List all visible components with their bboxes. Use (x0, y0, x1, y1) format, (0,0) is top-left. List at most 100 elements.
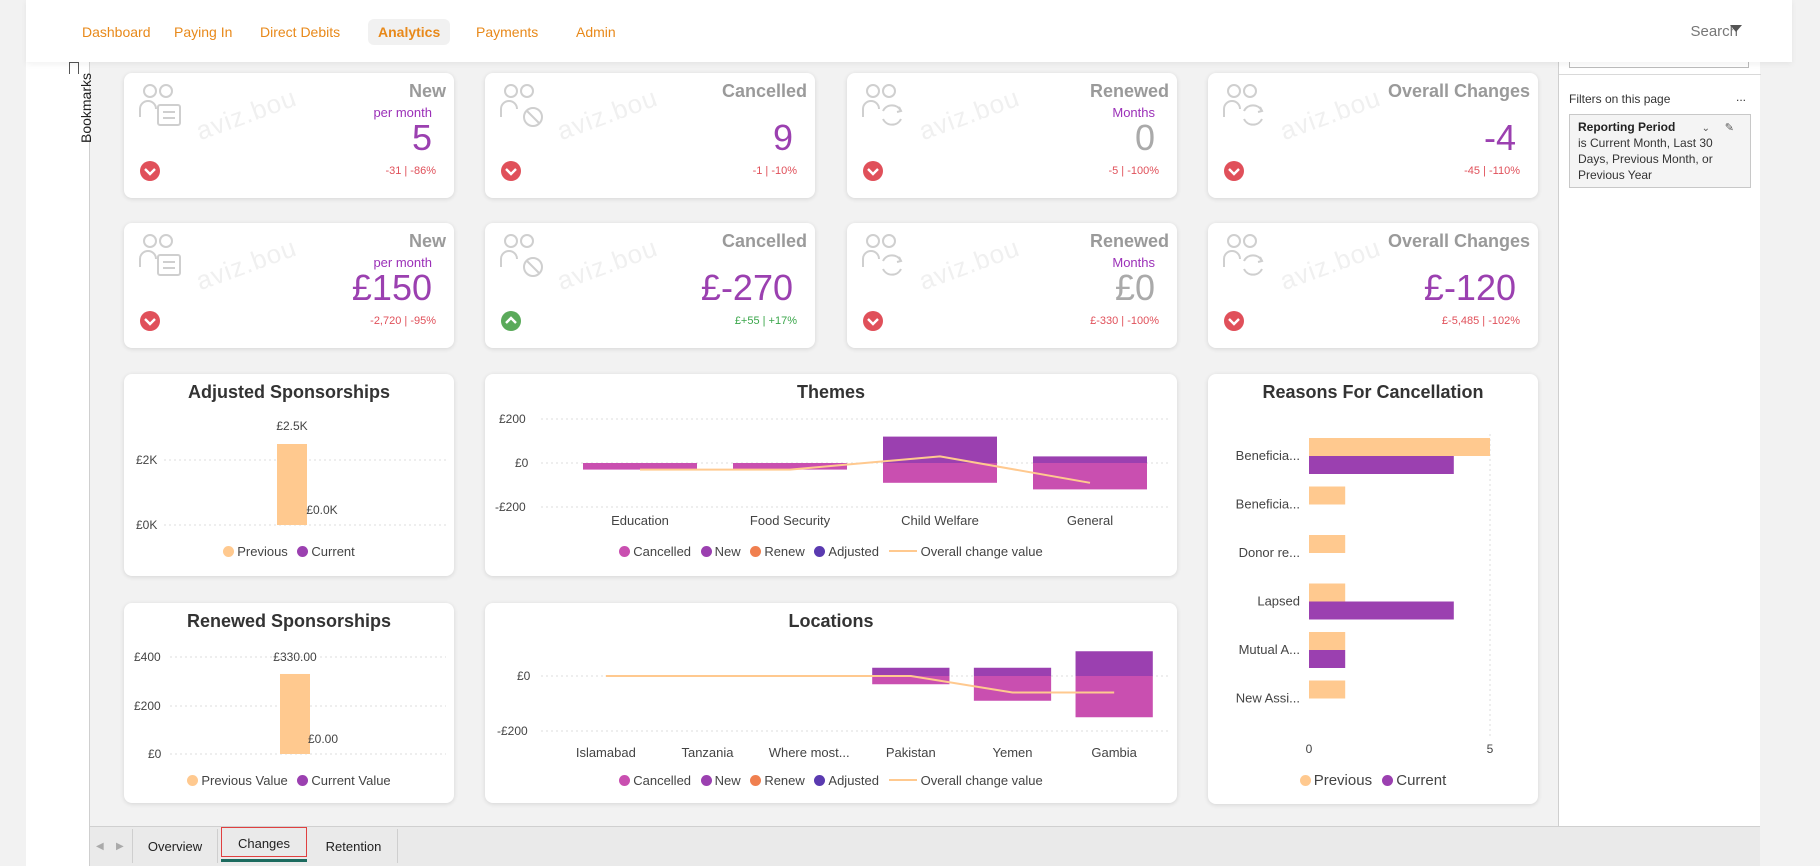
legend-item[interactable]: Overall change value (888, 773, 1043, 788)
y-category-label: Beneficia... (1236, 448, 1300, 463)
chevron-down-icon (1224, 161, 1244, 181)
watermark: aviz.bou (552, 82, 662, 147)
chevron-down-icon (863, 311, 883, 331)
filter-card-reporting-period[interactable]: Reporting Period is Current Month, Last … (1569, 114, 1751, 188)
legend-item[interactable]: New (700, 544, 741, 559)
kpi-value: 0 (1134, 117, 1155, 158)
legend-label: Overall change value (920, 773, 1043, 788)
tab-changes[interactable]: Changes (221, 827, 307, 857)
bar-cancelled[interactable] (883, 463, 997, 483)
bar-new[interactable] (1075, 651, 1153, 676)
tab-scroll-left-icon[interactable]: ◀ (96, 841, 104, 852)
bookmarks-label[interactable]: Bookmarks (78, 73, 94, 143)
kpi-card-renewed[interactable]: aviz.bou Renewed Months £0 £-330 | -100% (847, 223, 1177, 348)
chevron-up-icon (501, 311, 521, 331)
reasons-for-cancellation-chart[interactable]: Reasons For Cancellation 0 5 Beneficia..… (1208, 374, 1538, 804)
bar-new[interactable] (872, 667, 950, 676)
legend-item[interactable]: Previous (223, 544, 288, 559)
nav-dashboard[interactable]: Dashboard (72, 19, 161, 45)
legend-item[interactable]: Adjusted (814, 544, 879, 559)
legend-dot (814, 546, 826, 557)
nav-paying-in[interactable]: Paying In (164, 19, 242, 45)
kpi-title: Overall Changes (1387, 231, 1530, 251)
bar-current[interactable] (1309, 601, 1454, 620)
bar-previous[interactable] (1309, 486, 1346, 505)
chevron-down-icon[interactable]: ⌄ (1702, 123, 1710, 134)
kpi-delta: -31 | -86% (385, 165, 436, 177)
legend-item[interactable]: Current Value (297, 773, 391, 788)
bar-previous-value[interactable] (280, 673, 310, 754)
kpi-delta: -5 | -100% (1108, 165, 1159, 177)
kpi-value: £-270 (700, 267, 793, 308)
kpi-card-new[interactable]: aviz.bou New per month 5 -31 | -86% (124, 73, 454, 198)
legend-item[interactable]: New (700, 773, 741, 788)
people-icon (1220, 231, 1270, 281)
legend-item[interactable]: Cancelled (619, 773, 691, 788)
kpi-card-overall-changes[interactable]: aviz.bou Overall Changes -4 -45 | -110% (1208, 73, 1538, 198)
nav-analytics[interactable]: Analytics (368, 19, 451, 45)
bar-previous[interactable] (1309, 632, 1346, 650)
tab-scroll-right-icon[interactable]: ▶ (116, 841, 124, 852)
tab-retention[interactable]: Retention (310, 829, 398, 863)
legend-item[interactable]: Current (297, 544, 355, 559)
legend-item[interactable]: Overall change value (888, 544, 1043, 559)
legend-item[interactable]: Renew (750, 544, 805, 559)
bar-new[interactable] (973, 667, 1052, 676)
legend-item[interactable]: Renew (750, 773, 805, 788)
legend-label: Previous Value (201, 773, 288, 788)
divider (1559, 74, 1761, 75)
kpi-delta: -45 | -110% (1464, 165, 1520, 177)
themes-chart[interactable]: Themes £200 £0 -£200 Education Food Secur… (485, 374, 1177, 576)
watermark: aviz.bou (191, 82, 301, 147)
filters-search-input[interactable] (1569, 62, 1749, 68)
legend-dot (619, 775, 631, 786)
legend-item[interactable]: Previous (1299, 772, 1372, 789)
chevron-down-icon[interactable] (1730, 25, 1742, 32)
legend-dot (1382, 775, 1394, 786)
legend-dot (223, 546, 235, 557)
nav-admin[interactable]: Admin (566, 19, 626, 45)
nav-payments[interactable]: Payments (466, 19, 548, 45)
bookmarks-pane (26, 62, 90, 866)
bar-previous[interactable] (1309, 583, 1346, 602)
renewed-sponsorships-chart[interactable]: Renewed Sponsorships £400 £200 £0 £330.0… (124, 603, 454, 803)
chevron-down-icon (501, 161, 521, 181)
watermark: aviz.bou (1275, 82, 1385, 147)
clear-filter-icon[interactable]: ✎ (1725, 121, 1734, 134)
bar-current[interactable] (1309, 650, 1346, 668)
x-tick-label: Education (611, 513, 669, 528)
bar-previous[interactable] (1309, 680, 1346, 699)
kpi-card-cancelled[interactable]: aviz.bou Cancelled £-270 £+55 | +17% (485, 223, 815, 348)
kpi-card-cancelled[interactable]: aviz.bou Cancelled 9 -1 | -10% (485, 73, 815, 198)
bar-previous[interactable] (1309, 438, 1490, 456)
legend-label: Adjusted (828, 544, 879, 559)
bar-new[interactable] (1033, 456, 1147, 463)
locations-chart[interactable]: Locations £0 -£200 Islamabad Tanzania Wher… (485, 603, 1177, 803)
legend-item[interactable]: Current (1382, 772, 1446, 789)
people-icon (497, 231, 547, 281)
bar-current[interactable] (1309, 456, 1454, 474)
legend-label: Renew (764, 544, 805, 559)
kpi-card-renewed[interactable]: aviz.bou Renewed Months 0 -5 | -100% (847, 73, 1177, 198)
people-icon (136, 231, 186, 281)
chevron-down-icon (863, 161, 883, 181)
bar-previous[interactable] (1309, 535, 1346, 553)
tab-overview[interactable]: Overview (132, 829, 218, 863)
overall-change-line[interactable] (640, 455, 1091, 484)
search-button[interactable]: Search (1690, 19, 1738, 45)
legend-line (888, 779, 917, 781)
kpi-card-overall-changes[interactable]: aviz.bou Overall Changes £-120 £-5,485 | -1… (1208, 223, 1538, 348)
y-tick-label: -£200 (497, 724, 528, 738)
kpi-value: 5 (411, 117, 432, 158)
legend-item[interactable]: Adjusted (814, 773, 879, 788)
nav-direct-debits[interactable]: Direct Debits (250, 19, 350, 45)
legend-item[interactable]: Previous Value (187, 773, 288, 788)
legend-item[interactable]: Cancelled (619, 544, 691, 559)
more-options-icon[interactable]: ... (1736, 90, 1746, 104)
adjusted-sponsorships-chart[interactable]: Adjusted Sponsorships £2K £0K £2.5K £0.0… (124, 374, 454, 576)
bar-previous[interactable] (277, 444, 307, 525)
y-tick-label: £0 (148, 747, 162, 761)
bar-cancelled[interactable] (1075, 676, 1153, 718)
kpi-card-new[interactable]: aviz.bou New per month £150 -2,720 | -95% (124, 223, 454, 348)
data-label: £0.0K (306, 503, 337, 517)
